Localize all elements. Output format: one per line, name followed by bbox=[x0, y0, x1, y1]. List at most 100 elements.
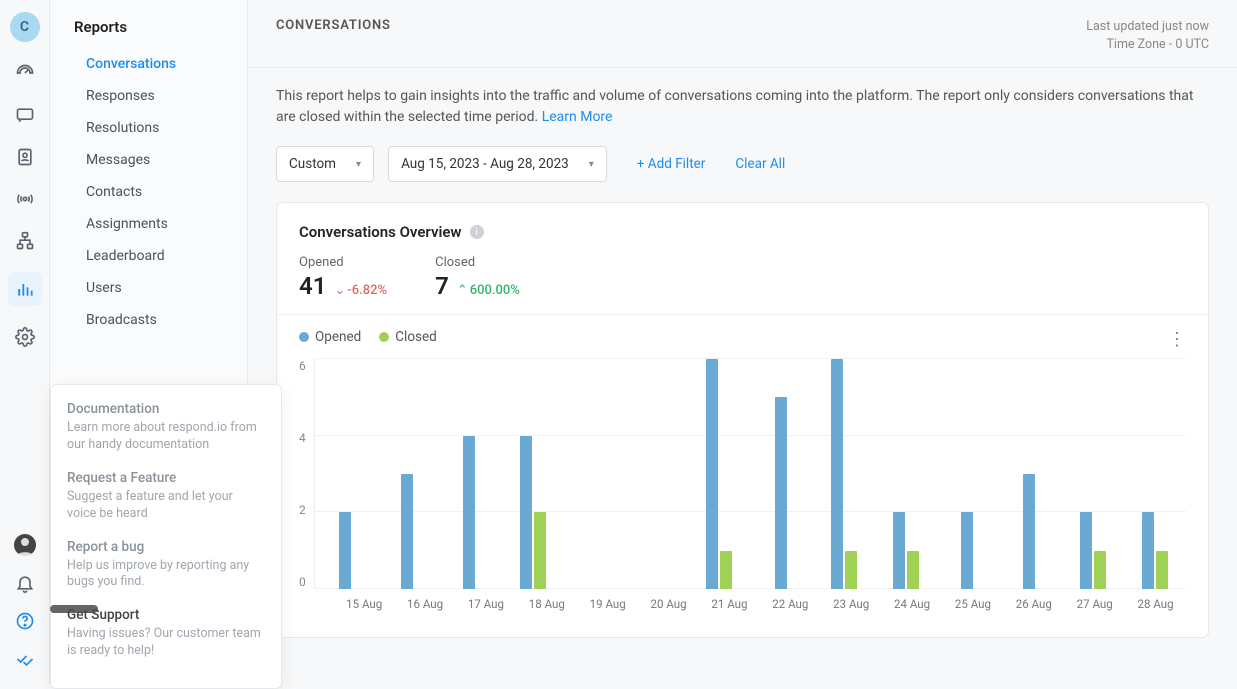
dashboard-icon[interactable] bbox=[14, 62, 36, 84]
x-tick: 22 Aug bbox=[760, 589, 821, 611]
add-filter-button[interactable]: + Add Filter bbox=[637, 156, 706, 172]
sidebar-item-contacts[interactable]: Contacts bbox=[50, 176, 247, 208]
sidebar-item-users[interactable]: Users bbox=[50, 272, 247, 304]
contacts-icon[interactable] bbox=[14, 146, 36, 168]
metric-opened-value: 41 bbox=[299, 272, 326, 300]
notifications-icon[interactable] bbox=[14, 572, 36, 594]
bar-group[interactable] bbox=[999, 359, 1061, 589]
x-tick: 17 Aug bbox=[456, 589, 517, 611]
arrow-up-icon: ⌃ bbox=[457, 283, 468, 298]
metric-closed-delta: ⌃600.00% bbox=[457, 283, 520, 298]
help-icon[interactable] bbox=[14, 610, 36, 632]
bar-closed bbox=[845, 551, 857, 589]
reports-icon[interactable] bbox=[8, 272, 42, 306]
bar-group[interactable] bbox=[937, 359, 999, 589]
card-title: Conversations Overview bbox=[299, 223, 462, 241]
bar-opened bbox=[1023, 474, 1035, 589]
help-item-report-a-bug[interactable]: Report a bug Help us improve by reporting… bbox=[67, 539, 265, 592]
bar-group[interactable] bbox=[688, 359, 750, 589]
y-tick: 0 bbox=[299, 575, 306, 589]
workspace-avatar[interactable]: C bbox=[10, 12, 40, 42]
broadcast-icon[interactable] bbox=[14, 188, 36, 210]
bar-group[interactable] bbox=[315, 359, 377, 589]
bar-opened bbox=[706, 359, 718, 589]
date-range-select[interactable]: Aug 15, 2023 - Aug 28, 2023▾ bbox=[388, 146, 607, 182]
help-item-documentation[interactable]: DocumentationLearn more about respond.io… bbox=[67, 401, 265, 454]
legend-opened[interactable]: Opened bbox=[299, 329, 361, 345]
bar-group[interactable] bbox=[377, 359, 439, 589]
bar-group[interactable] bbox=[1062, 359, 1124, 589]
help-item-title: Report a bug bbox=[67, 539, 265, 555]
sidebar-item-resolutions[interactable]: Resolutions bbox=[50, 112, 247, 144]
filter-controls: Custom▾ Aug 15, 2023 - Aug 28, 2023▾ + A… bbox=[276, 146, 1209, 182]
help-item-title: Documentation bbox=[67, 401, 265, 417]
help-item-desc: Help us improve by reporting any bugs yo… bbox=[67, 558, 265, 592]
chevron-down-icon: ▾ bbox=[589, 159, 594, 170]
x-tick: 25 Aug bbox=[943, 589, 1004, 611]
bar-opened bbox=[401, 474, 413, 589]
bar-closed bbox=[1094, 551, 1106, 589]
metric-closed: Closed 7 ⌃600.00% bbox=[435, 255, 520, 300]
timezone: Time Zone - 0 UTC bbox=[1086, 36, 1209, 54]
bar-group[interactable] bbox=[626, 359, 688, 589]
bar-opened bbox=[1142, 512, 1154, 589]
chevron-down-icon: ▾ bbox=[356, 159, 361, 170]
sidebar-title: Reports bbox=[50, 18, 247, 48]
bar-closed bbox=[720, 551, 732, 589]
legend-closed[interactable]: Closed bbox=[379, 329, 437, 345]
x-tick: 21 Aug bbox=[699, 589, 760, 611]
metric-opened-label: Opened bbox=[299, 255, 387, 270]
reports-sidebar: Reports ConversationsResponsesResolution… bbox=[50, 0, 248, 684]
x-axis: 15 Aug16 Aug17 Aug18 Aug19 Aug20 Aug21 A… bbox=[334, 589, 1186, 611]
help-item-request-a-feature[interactable]: Request a Feature Suggest a feature and l… bbox=[67, 470, 265, 523]
date-preset-select[interactable]: Custom▾ bbox=[276, 146, 374, 182]
workflow-icon[interactable] bbox=[14, 230, 36, 252]
info-icon[interactable]: i bbox=[470, 225, 484, 239]
bar-group[interactable] bbox=[875, 359, 937, 589]
x-tick: 27 Aug bbox=[1064, 589, 1125, 611]
y-tick: 2 bbox=[299, 503, 306, 517]
sidebar-item-responses[interactable]: Responses bbox=[50, 80, 247, 112]
settings-icon[interactable] bbox=[14, 326, 36, 348]
bar-group[interactable] bbox=[564, 359, 626, 589]
chart-legend: Opened Closed ⋮ bbox=[299, 329, 1186, 345]
bar-opened bbox=[831, 359, 843, 589]
x-tick: 26 Aug bbox=[1003, 589, 1064, 611]
help-item-get-support[interactable]: Get SupportHaving issues? Our customer t… bbox=[67, 607, 265, 660]
messages-icon[interactable] bbox=[14, 104, 36, 126]
sidebar-item-conversations[interactable]: Conversations bbox=[50, 48, 247, 80]
bar-group[interactable] bbox=[1124, 359, 1186, 589]
main-header: CONVERSATIONS Last updated just now Time… bbox=[248, 0, 1237, 68]
chart-menu-icon[interactable]: ⋮ bbox=[1168, 329, 1186, 350]
sidebar-item-assignments[interactable]: Assignments bbox=[50, 208, 247, 240]
bar-group[interactable] bbox=[750, 359, 812, 589]
help-item-title: Request a Feature bbox=[67, 470, 265, 486]
bar-group[interactable] bbox=[813, 359, 875, 589]
bar-opened bbox=[339, 512, 351, 589]
bar-opened bbox=[775, 397, 787, 589]
bar-opened bbox=[961, 512, 973, 589]
help-popup: DocumentationLearn more about respond.io… bbox=[50, 384, 282, 689]
sidebar-item-leaderboard[interactable]: Leaderboard bbox=[50, 240, 247, 272]
metric-closed-label: Closed bbox=[435, 255, 520, 270]
user-avatar[interactable] bbox=[14, 534, 36, 556]
metric-closed-value: 7 bbox=[435, 272, 449, 300]
x-tick: 24 Aug bbox=[882, 589, 943, 611]
sidebar-item-broadcasts[interactable]: Broadcasts bbox=[50, 304, 247, 336]
double-check-icon[interactable] bbox=[14, 648, 36, 670]
learn-more-link[interactable]: Learn More bbox=[542, 109, 613, 125]
bar-group[interactable] bbox=[439, 359, 501, 589]
help-item-desc: Suggest a feature and let your voice be … bbox=[67, 489, 265, 523]
clear-all-button[interactable]: Clear All bbox=[735, 156, 785, 172]
report-description: This report helps to gain insights into … bbox=[276, 86, 1196, 128]
conversations-chart: 6420 15 Aug16 Aug17 Aug18 Aug19 Aug20 Au… bbox=[299, 359, 1186, 619]
y-axis: 6420 bbox=[299, 359, 314, 589]
x-tick: 20 Aug bbox=[638, 589, 699, 611]
arrow-down-icon: ⌄ bbox=[334, 283, 345, 298]
sidebar-item-messages[interactable]: Messages bbox=[50, 144, 247, 176]
bar-group[interactable] bbox=[501, 359, 563, 589]
metric-opened: Opened 41 ⌄-6.82% bbox=[299, 255, 387, 300]
x-tick: 23 Aug bbox=[821, 589, 882, 611]
bar-opened bbox=[463, 436, 475, 589]
bar-opened bbox=[520, 436, 532, 589]
